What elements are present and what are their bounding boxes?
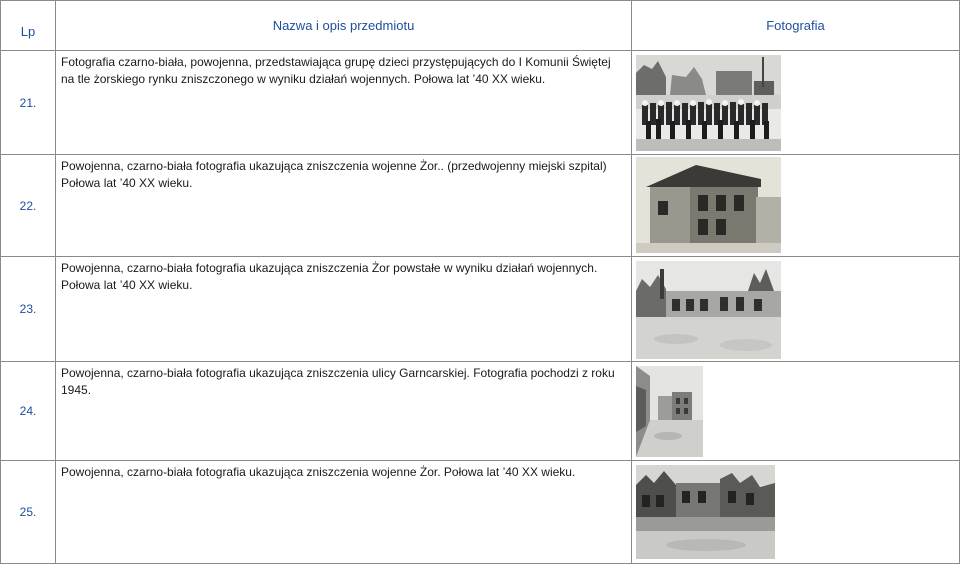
children-first-communion-photo (636, 55, 781, 151)
table-row: 21. Fotografia czarno-biała, powojenna, … (0, 50, 960, 155)
ruined-hospital-photo (636, 157, 781, 253)
ruined-town-square-photo (636, 261, 781, 359)
row-number: 21. (0, 50, 56, 155)
ruined-street-photo (636, 366, 703, 457)
ruined-buildings-photo (636, 465, 775, 559)
table-header-row: Lp Nazwa i opis przedmiotu Fotografia (0, 0, 960, 51)
row-number: 22. (0, 154, 56, 257)
table-row: 25. Powojenna, czarno-biała fotografia u… (0, 460, 960, 564)
row-photo-cell (631, 361, 960, 461)
column-header-lp: Lp (0, 0, 56, 51)
inventory-table: Lp Nazwa i opis przedmiotu Fotografia 21… (0, 0, 960, 564)
table-row: 22. Powojenna, czarno-biała fotografia u… (0, 154, 960, 257)
row-photo-cell (631, 460, 960, 564)
table-row: 24. Powojenna, czarno-biała fotografia u… (0, 361, 960, 461)
column-header-name: Nazwa i opis przedmiotu (55, 0, 632, 51)
inventory-sheet: Lp Nazwa i opis przedmiotu Fotografia 21… (0, 0, 960, 564)
column-header-photo: Fotografia (631, 0, 960, 51)
table-row: 23. Powojenna, czarno-biała fotografia u… (0, 256, 960, 362)
row-number: 25. (0, 460, 56, 564)
row-description: Powojenna, czarno-biała fotografia ukazu… (55, 361, 632, 461)
row-photo-cell (631, 50, 960, 155)
row-description: Powojenna, czarno-biała fotografia ukazu… (55, 154, 632, 257)
row-number: 23. (0, 256, 56, 362)
row-description: Fotografia czarno-biała, powojenna, prze… (55, 50, 632, 155)
row-photo-cell (631, 256, 960, 362)
row-photo-cell (631, 154, 960, 257)
row-description: Powojenna, czarno-biała fotografia ukazu… (55, 460, 632, 564)
row-number: 24. (0, 361, 56, 461)
row-description: Powojenna, czarno-biała fotografia ukazu… (55, 256, 632, 362)
